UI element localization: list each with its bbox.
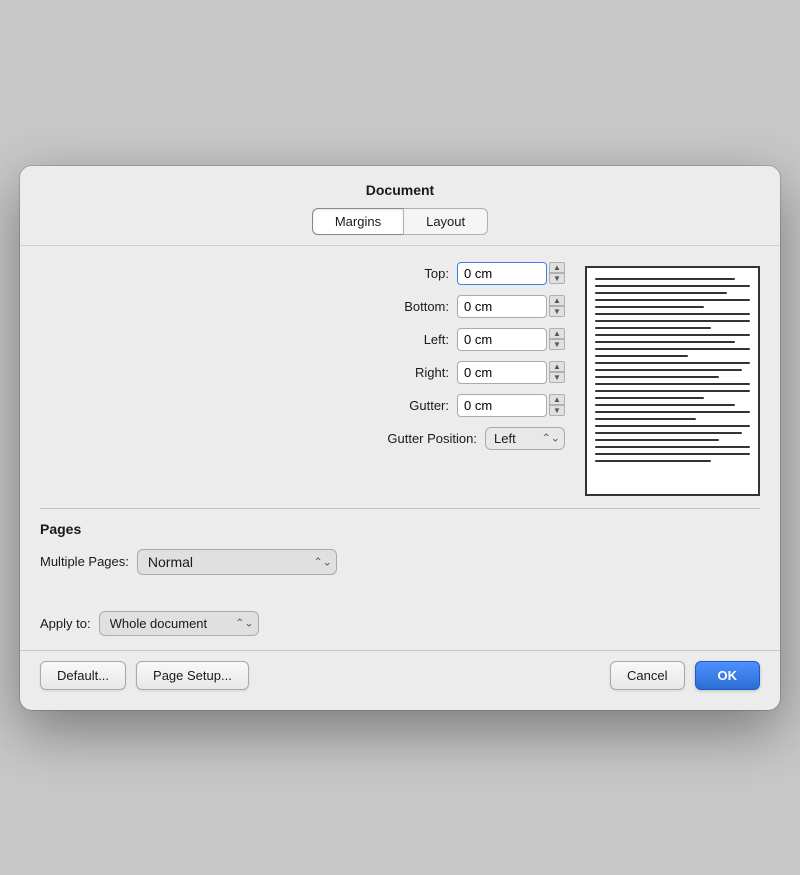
default-button[interactable]: Default...	[40, 661, 126, 690]
top-label: Top:	[339, 266, 449, 281]
preview-line	[595, 397, 704, 399]
preview-line	[595, 376, 719, 378]
bottom-buttons: Default... Page Setup... Cancel OK	[20, 650, 780, 710]
right-row: Right: ▲ ▼	[40, 361, 565, 384]
preview-line	[595, 285, 750, 287]
gutter-input[interactable]	[457, 394, 547, 417]
bottom-spinner: ▲ ▼	[457, 295, 565, 318]
gutter-spinner-btns: ▲ ▼	[549, 394, 565, 416]
multiple-pages-label: Multiple Pages:	[40, 554, 129, 569]
preview-line	[595, 439, 719, 441]
preview-line	[595, 369, 742, 371]
preview-line	[595, 341, 735, 343]
multiple-pages-select[interactable]: Normal Mirror margins 2 pages per sheet …	[137, 549, 337, 575]
divider	[40, 508, 760, 509]
pages-section-title: Pages	[40, 521, 760, 537]
tabs-row: Margins Layout	[40, 198, 760, 235]
preview-line	[595, 432, 742, 434]
gutter-down-btn[interactable]: ▼	[549, 405, 565, 416]
preview-line	[595, 292, 727, 294]
preview-line	[595, 334, 750, 336]
preview-line	[595, 327, 711, 329]
left-spinner-btns: ▲ ▼	[549, 328, 565, 350]
right-down-btn[interactable]: ▼	[549, 372, 565, 383]
preview-line	[595, 453, 750, 455]
top-up-btn[interactable]: ▲	[549, 262, 565, 273]
preview-line	[595, 460, 711, 462]
multiple-pages-row: Multiple Pages: Normal Mirror margins 2 …	[40, 549, 760, 575]
left-down-btn[interactable]: ▼	[549, 339, 565, 350]
left-spinner: ▲ ▼	[457, 328, 565, 351]
gutter-pos-wrapper: Left Right Top ⌃⌄	[485, 427, 565, 450]
preview-line	[595, 320, 750, 322]
apply-to-label: Apply to:	[40, 616, 91, 631]
apply-to-wrapper: Whole document This section This point f…	[99, 611, 259, 636]
gutter-up-btn[interactable]: ▲	[549, 394, 565, 405]
preview-line	[595, 383, 750, 385]
preview-line	[595, 418, 696, 420]
tab-layout[interactable]: Layout	[403, 208, 488, 235]
right-spinner-btns: ▲ ▼	[549, 361, 565, 383]
page-setup-button[interactable]: Page Setup...	[136, 661, 249, 690]
gutter-label: Gutter:	[339, 398, 449, 413]
dialog-titlebar: Document Margins Layout	[20, 166, 780, 246]
preview-line	[595, 425, 750, 427]
preview-line	[595, 355, 688, 357]
preview-line	[595, 446, 750, 448]
page-preview	[585, 266, 760, 496]
document-dialog: Document Margins Layout Top: ▲ ▼	[20, 166, 780, 710]
bottom-down-btn[interactable]: ▼	[549, 306, 565, 317]
top-spinner-btns: ▲ ▼	[549, 262, 565, 284]
margins-form: Top: ▲ ▼ Bottom: ▲	[40, 262, 565, 460]
left-label: Left:	[339, 332, 449, 347]
preview-line	[595, 278, 735, 280]
preview-line	[595, 306, 704, 308]
right-buttons: Cancel OK	[610, 661, 760, 690]
dialog-title: Document	[366, 182, 434, 198]
tab-margins[interactable]: Margins	[312, 208, 403, 235]
preview-line	[595, 299, 750, 301]
preview-line	[595, 390, 750, 392]
left-buttons: Default... Page Setup...	[40, 661, 249, 690]
top-down-btn[interactable]: ▼	[549, 273, 565, 284]
right-input[interactable]	[457, 361, 547, 384]
top-input[interactable]	[457, 262, 547, 285]
left-input[interactable]	[457, 328, 547, 351]
preview-line	[595, 313, 750, 315]
gutter-pos-row: Gutter Position: Left Right Top ⌃⌄	[40, 427, 565, 450]
preview-line	[595, 362, 750, 364]
gutter-spinner: ▲ ▼	[457, 394, 565, 417]
top-spinner: ▲ ▼	[457, 262, 565, 285]
top-row: Top: ▲ ▼	[40, 262, 565, 285]
left-up-btn[interactable]: ▲	[549, 328, 565, 339]
preview-line	[595, 348, 750, 350]
right-spinner: ▲ ▼	[457, 361, 565, 384]
gutter-pos-select[interactable]: Left Right Top	[485, 427, 565, 450]
right-up-btn[interactable]: ▲	[549, 361, 565, 372]
cancel-button[interactable]: Cancel	[610, 661, 684, 690]
apply-to-row: Apply to: Whole document This section Th…	[20, 601, 780, 650]
preview-line	[595, 404, 735, 406]
gutter-row: Gutter: ▲ ▼	[40, 394, 565, 417]
preview-line	[595, 411, 750, 413]
pages-section: Pages Multiple Pages: Normal Mirror marg…	[40, 521, 760, 575]
apply-to-select[interactable]: Whole document This section This point f…	[99, 611, 259, 636]
multiple-pages-wrapper: Normal Mirror margins 2 pages per sheet …	[137, 549, 337, 575]
right-label: Right:	[339, 365, 449, 380]
left-row: Left: ▲ ▼	[40, 328, 565, 351]
bottom-spinner-btns: ▲ ▼	[549, 295, 565, 317]
preview-lines	[587, 268, 758, 472]
bottom-up-btn[interactable]: ▲	[549, 295, 565, 306]
bottom-label: Bottom:	[339, 299, 449, 314]
margins-layout: Top: ▲ ▼ Bottom: ▲	[40, 262, 760, 496]
dialog-content: Top: ▲ ▼ Bottom: ▲	[20, 246, 780, 601]
ok-button[interactable]: OK	[695, 661, 761, 690]
gutter-pos-label: Gutter Position:	[367, 431, 477, 446]
bottom-input[interactable]	[457, 295, 547, 318]
bottom-row: Bottom: ▲ ▼	[40, 295, 565, 318]
